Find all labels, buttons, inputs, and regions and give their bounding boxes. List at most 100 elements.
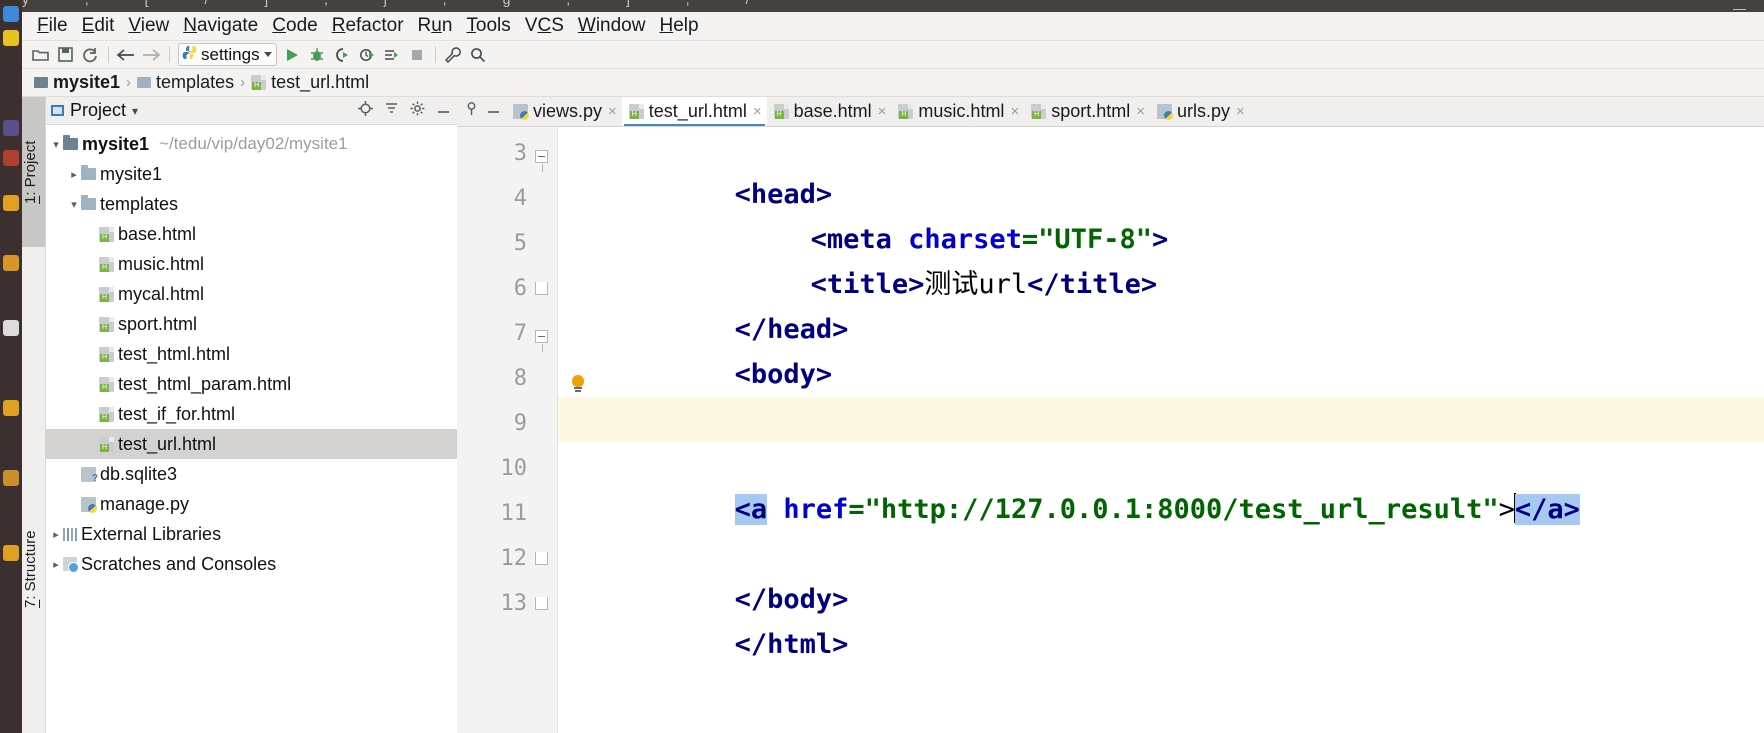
menu-help[interactable]: Help (652, 12, 705, 40)
menu-run[interactable]: Run (411, 12, 460, 40)
tab-urls-py[interactable]: urls.py × (1150, 97, 1250, 126)
menu-file[interactable]: File (30, 12, 75, 40)
stop-icon[interactable] (405, 44, 429, 66)
menu-edit[interactable]: Edit (75, 12, 122, 40)
launcher-app-icon[interactable] (3, 30, 19, 46)
launcher-app-icon[interactable] (3, 6, 19, 22)
tree-row-test-if-for[interactable]: test_if_for.html (45, 399, 457, 429)
chevron-right-icon[interactable]: ▸ (49, 528, 63, 541)
tab-sport-html[interactable]: sport.html × (1024, 97, 1150, 126)
code-fold-handle[interactable] (535, 282, 549, 296)
collapse-all-icon[interactable] (384, 101, 399, 121)
chevron-down-icon[interactable]: ▾ (67, 198, 81, 211)
launcher-app-icon[interactable] (3, 545, 19, 561)
tree-row-mysite1-pkg[interactable]: ▸ mysite1 (45, 159, 457, 189)
profile-icon[interactable] (355, 44, 379, 66)
wrench-icon[interactable] (441, 44, 465, 66)
refresh-icon[interactable] (78, 44, 102, 66)
tree-row-scratches-consoles[interactable]: ▸ Scratches and Consoles (45, 549, 457, 579)
close-icon[interactable]: × (878, 103, 887, 120)
close-icon[interactable]: × (608, 103, 617, 120)
tab-music-html[interactable]: music.html × (891, 97, 1024, 126)
code-line-13[interactable]: </html> (558, 577, 1764, 660)
launcher-app-icon[interactable] (3, 470, 19, 486)
tree-row-base-html[interactable]: base.html (45, 219, 457, 249)
search-icon[interactable] (466, 44, 490, 66)
tree-row-db-sqlite3[interactable]: db.sqlite3 (45, 459, 457, 489)
code-editor[interactable]: 3 4 5 6 7 8 9 10 11 12 13 <head> <meta c… (457, 127, 1764, 733)
code-line-12[interactable]: </body> (558, 532, 1764, 615)
code-fold-handle[interactable] (535, 330, 549, 352)
tree-row-test-html[interactable]: test_html.html (45, 339, 457, 369)
breadcrumb-item-templates[interactable]: templates (137, 72, 234, 93)
tree-row-manage-py[interactable]: manage.py (45, 489, 457, 519)
tree-row-music-html[interactable]: music.html (45, 249, 457, 279)
pin-icon[interactable] (465, 101, 478, 121)
save-icon[interactable] (53, 44, 77, 66)
tree-row-sport-html[interactable]: sport.html (45, 309, 457, 339)
code-fold-handle[interactable] (535, 552, 549, 566)
breadcrumb-item-file[interactable]: test_url.html (251, 72, 369, 93)
code-line-9[interactable]: <a href="http://127.0.0.1:8000/test_url_… (558, 375, 1764, 525)
code-line-10[interactable] (558, 442, 1764, 487)
chevron-down-icon[interactable] (263, 52, 272, 57)
close-icon[interactable]: × (1236, 103, 1245, 120)
tree-row-templates[interactable]: ▾ templates (45, 189, 457, 219)
lightbulb-icon[interactable] (570, 375, 587, 395)
chevron-down-icon[interactable]: ▾ (132, 104, 138, 118)
menu-view[interactable]: View (121, 12, 176, 40)
target-icon[interactable] (358, 100, 373, 121)
code-line-5[interactable]: <title>测试url</title> (558, 217, 1764, 300)
launcher-app-icon[interactable] (3, 320, 19, 336)
close-icon[interactable]: × (753, 103, 762, 120)
code-line-4[interactable]: <meta charset="UTF-8"> (558, 172, 1764, 255)
menu-code[interactable]: Code (265, 12, 324, 40)
chevron-down-icon[interactable]: ▾ (49, 138, 63, 151)
debug-icon[interactable] (305, 44, 329, 66)
code-lines[interactable]: <head> <meta charset="UTF-8"> <title>测试u… (558, 127, 1764, 733)
launcher-app-icon[interactable] (3, 150, 19, 166)
menu-window[interactable]: Window (571, 12, 653, 40)
tab-views-py[interactable]: views.py × (506, 97, 622, 126)
tab-test-url-html[interactable]: test_url.html × (621, 97, 767, 126)
code-line-8[interactable] (558, 352, 1764, 397)
minimize-button[interactable]: — (1733, 1, 1746, 12)
tree-row-mysite1-root[interactable]: ▾ mysite1 ~/tedu/vip/day02/mysite1 (45, 129, 457, 159)
code-line-6[interactable]: </head> (558, 262, 1764, 345)
tree-row-test-html-param[interactable]: test_html_param.html (45, 369, 457, 399)
gear-icon[interactable] (410, 101, 425, 121)
run-icon[interactable] (280, 44, 304, 66)
tab-base-html[interactable]: base.html × (767, 97, 892, 126)
hide-icon[interactable] (436, 102, 451, 120)
code-fold-handle[interactable] (535, 597, 549, 611)
menu-tools[interactable]: Tools (459, 12, 517, 40)
close-icon[interactable]: × (1010, 103, 1019, 120)
launcher-app-icon[interactable] (3, 255, 19, 271)
arrow-right-icon[interactable] (139, 44, 163, 66)
arrow-left-icon[interactable] (114, 44, 138, 66)
run-configuration-selector[interactable]: settings (178, 43, 277, 66)
code-line-11[interactable] (558, 487, 1764, 532)
menu-vcs[interactable]: VCS (518, 12, 571, 40)
sidebar-item-project[interactable]: 1: Project (22, 97, 45, 247)
close-icon[interactable]: × (1136, 103, 1145, 120)
breadcrumb-item-project[interactable]: mysite1 (34, 72, 120, 93)
code-line-3[interactable]: <head> (558, 127, 1764, 210)
menu-refactor[interactable]: Refactor (325, 12, 411, 40)
code-line-7[interactable]: <body> (558, 307, 1764, 390)
menu-navigate[interactable]: Navigate (176, 12, 265, 40)
tree-row-mycal-html[interactable]: mycal.html (45, 279, 457, 309)
editor-gutter[interactable]: 3 4 5 6 7 8 9 10 11 12 13 (457, 127, 558, 733)
attach-process-icon[interactable] (380, 44, 404, 66)
chevron-right-icon[interactable]: ▸ (49, 558, 63, 571)
tree-row-external-libraries[interactable]: ▸ External Libraries (45, 519, 457, 549)
run-coverage-icon[interactable] (330, 44, 354, 66)
sidebar-item-structure[interactable]: 7: Structure (22, 489, 45, 649)
launcher-app-icon[interactable] (3, 120, 19, 136)
tree-row-test-url-selected[interactable]: test_url.html (45, 429, 457, 459)
open-folder-icon[interactable] (28, 44, 52, 66)
launcher-app-icon[interactable] (3, 195, 19, 211)
code-fold-handle[interactable] (535, 150, 549, 172)
chevron-right-icon[interactable]: ▸ (67, 168, 81, 181)
minimize-icon[interactable] (487, 102, 500, 120)
